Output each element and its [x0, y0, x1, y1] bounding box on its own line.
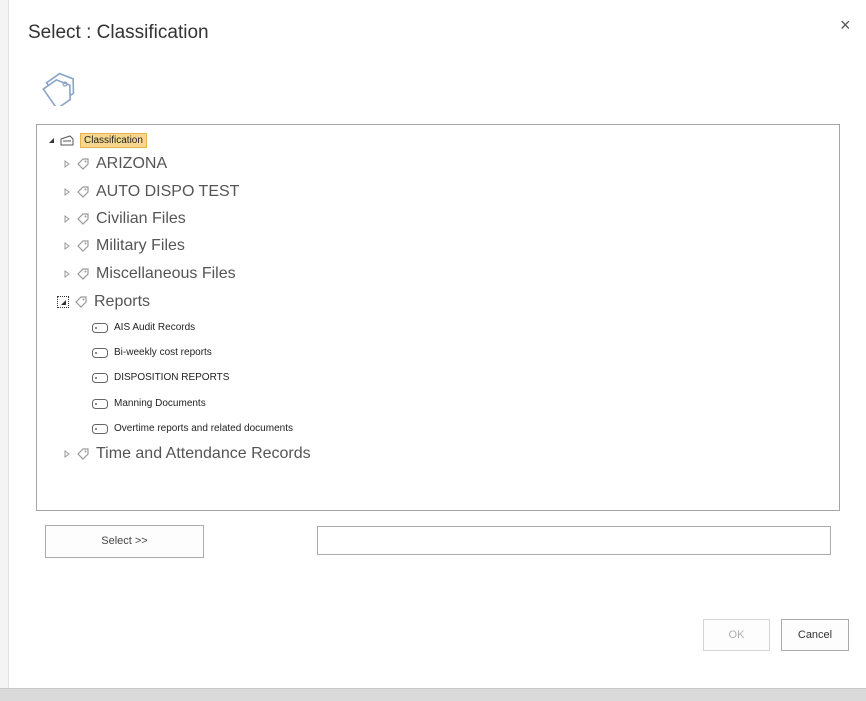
tree-node-label[interactable]: Reports [94, 293, 150, 311]
tags-icon [42, 72, 75, 106]
tree-root-row[interactable]: Classification [47, 133, 147, 148]
tag-icon [75, 296, 87, 308]
cancel-button[interactable]: Cancel [781, 619, 849, 651]
tree-node-label[interactable]: ARIZONA [96, 155, 167, 173]
tree-leaf-label[interactable]: AIS Audit Records [114, 322, 195, 333]
collapsed-triangle-icon[interactable] [62, 215, 71, 224]
tree-node-label[interactable]: Miscellaneous Files [96, 265, 236, 283]
dialog-left-edge [0, 0, 9, 700]
classification-tree[interactable]: Classification ARIZONA AUTO DISPO TEST C… [36, 124, 840, 511]
select-button[interactable]: Select >> [45, 525, 204, 558]
tree-leaf-label[interactable]: Manning Documents [114, 398, 206, 409]
close-icon[interactable]: × [840, 16, 851, 34]
tree-node-label[interactable]: Civilian Files [96, 210, 186, 228]
term-label-icon [92, 322, 108, 333]
tree-node-civilian-files[interactable]: Civilian Files [62, 210, 186, 228]
term-label-icon [92, 423, 108, 434]
tree-node-arizona[interactable]: ARIZONA [62, 155, 167, 173]
tag-icon [77, 268, 89, 280]
collapsed-triangle-icon[interactable] [62, 242, 71, 251]
folder-tags-icon [60, 134, 74, 145]
collapsed-triangle-icon[interactable] [62, 188, 71, 197]
collapsed-triangle-icon[interactable] [62, 450, 71, 459]
tree-node-label[interactable]: Military Files [96, 237, 185, 255]
term-label-icon [92, 347, 108, 358]
tag-icon [77, 158, 89, 170]
tree-node-reports[interactable]: Reports [57, 293, 150, 311]
tree-leaf-item[interactable]: Bi-weekly cost reports [92, 347, 212, 358]
tree-leaf-item[interactable]: Overtime reports and related documents [92, 423, 293, 434]
term-label-icon [92, 372, 108, 383]
tag-icon [77, 213, 89, 225]
tag-icon [77, 240, 89, 252]
dialog-title: Select : Classification [28, 22, 209, 43]
tree-leaf-item[interactable]: DISPOSITION REPORTS [92, 372, 229, 383]
expanded-triangle-icon[interactable] [47, 136, 56, 145]
tree-leaf-item[interactable]: Manning Documents [92, 398, 206, 409]
selected-value-input[interactable] [317, 526, 831, 555]
term-label-icon [92, 398, 108, 409]
collapsed-triangle-icon[interactable] [62, 270, 71, 279]
dialog-bottom-edge [0, 688, 866, 701]
collapsed-triangle-icon[interactable] [62, 160, 71, 169]
tree-node-military-files[interactable]: Military Files [62, 237, 185, 255]
tree-node-miscellaneous-files[interactable]: Miscellaneous Files [62, 265, 236, 283]
tree-leaf-label[interactable]: Overtime reports and related documents [114, 423, 293, 434]
tree-root-label[interactable]: Classification [80, 133, 147, 148]
tree-leaf-item[interactable]: AIS Audit Records [92, 322, 195, 333]
ok-button[interactable]: OK [703, 619, 770, 651]
tree-node-label[interactable]: Time and Attendance Records [96, 445, 311, 463]
expanded-triangle-icon[interactable] [57, 296, 69, 308]
tree-node-time-and-attendance-records[interactable]: Time and Attendance Records [62, 445, 311, 463]
tree-node-auto-dispo-test[interactable]: AUTO DISPO TEST [62, 183, 239, 201]
tree-leaf-label[interactable]: DISPOSITION REPORTS [114, 372, 229, 383]
tag-icon [77, 448, 89, 460]
tree-leaf-label[interactable]: Bi-weekly cost reports [114, 347, 212, 358]
tree-node-label[interactable]: AUTO DISPO TEST [96, 183, 239, 201]
tag-icon [77, 186, 89, 198]
